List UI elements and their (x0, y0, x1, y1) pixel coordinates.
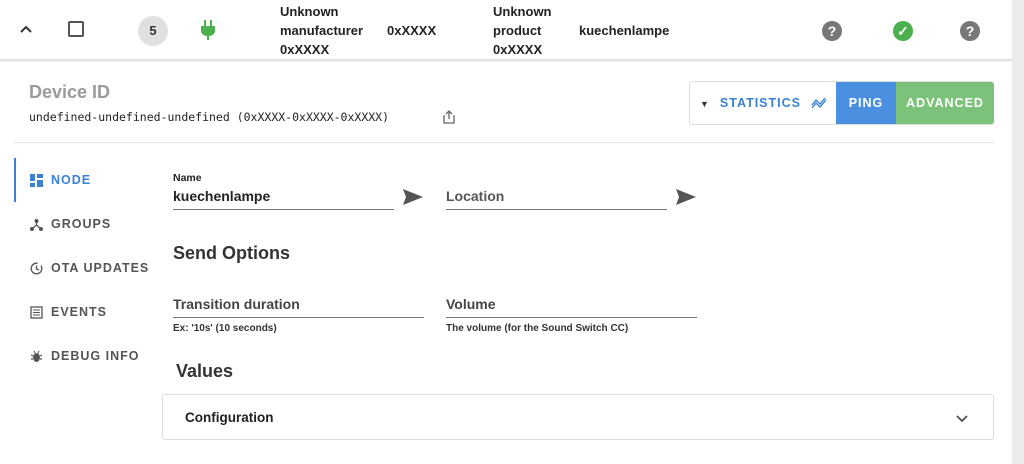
tab-ota-updates-label: OTA UPDATES (51, 261, 150, 275)
transition-duration-help: Ex: '10s' (10 seconds) (173, 323, 277, 334)
check-circle-icon: ✓ (893, 21, 913, 41)
product-line1: Unknown (493, 4, 552, 19)
product-cell: Unknown product 0xXXXX (493, 2, 552, 59)
help-circle-icon: ? (822, 21, 842, 41)
ping-button[interactable]: PING (836, 82, 896, 124)
send-icon[interactable] (402, 188, 424, 206)
manufacturer-line2: manufacturer (280, 23, 364, 38)
volume-input[interactable]: Volume (446, 296, 697, 318)
send-icon[interactable] (675, 188, 697, 206)
share-export-icon[interactable] (443, 110, 455, 124)
trending-icon (811, 96, 828, 109)
configuration-label: Configuration (185, 410, 274, 425)
node-row[interactable]: 5 Unknown manufacturer 0xXXXX 0xXXXX Unk… (0, 0, 1012, 60)
events-list-icon (30, 305, 43, 319)
tab-node[interactable]: NODE (14, 158, 164, 202)
tab-events[interactable]: EVENTS (14, 290, 164, 334)
tab-groups-label: GROUPS (51, 217, 112, 231)
tab-events-label: EVENTS (51, 305, 108, 319)
statistics-label: STATISTICS (719, 96, 801, 110)
statistics-button[interactable]: ▼ STATISTICS (700, 82, 828, 124)
node-name-cell: kuechenlampe (579, 23, 670, 38)
product-line2: product (493, 23, 542, 38)
divider (14, 142, 994, 143)
advanced-button[interactable]: ADVANCED (896, 82, 994, 124)
send-options-title: Send Options (173, 243, 290, 263)
tab-debug-info-label: DEBUG INFO (51, 349, 140, 363)
product-type-cell: 0xXXXX (387, 23, 437, 38)
location-field[interactable]: Location (446, 188, 667, 210)
tab-debug-info[interactable]: DEBUG INFO (14, 334, 164, 378)
groups-icon (30, 218, 43, 231)
device-id-title: Device ID (29, 82, 111, 102)
transition-duration-input[interactable]: Transition duration (173, 296, 424, 318)
dashboard-icon (30, 173, 43, 187)
bug-icon (30, 350, 43, 362)
volume-field[interactable]: Volume The volume (for the Sound Switch … (446, 296, 697, 334)
manufacturer-cell: Unknown manufacturer 0xXXXX (280, 2, 363, 59)
manufacturer-id: 0xXXXX (280, 42, 330, 57)
transition-duration-field[interactable]: Transition duration Ex: '10s' (10 second… (173, 296, 424, 334)
node-select-checkbox[interactable] (68, 21, 84, 37)
name-label: Name (173, 172, 202, 184)
name-field[interactable]: Name kuechenlampe (173, 172, 394, 210)
product-id: 0xXXXX (493, 42, 543, 57)
tab-node-label: NODE (51, 173, 92, 187)
configuration-accordion[interactable]: Configuration (162, 394, 994, 440)
device-id-value: undefined-undefined-undefined (0xXXXX-0x… (29, 110, 390, 124)
node-tabs-nav: NODE GROUPS OTA UPDATES EVENTS DEBUG INF… (14, 158, 164, 378)
tab-ota-updates[interactable]: OTA UPDATES (14, 246, 164, 290)
node-detail-panel: Device ID undefined-undefined-undefined … (0, 62, 1012, 464)
chevron-down-icon[interactable] (955, 411, 969, 425)
manufacturer-line1: Unknown (280, 4, 339, 19)
dropdown-caret-icon: ▼ (700, 99, 710, 109)
device-toolbar: ▼ STATISTICS PING ADVANCED (689, 81, 994, 125)
chevron-up-icon[interactable] (18, 21, 34, 37)
power-plug-icon (201, 20, 215, 40)
node-id-badge: 5 (138, 16, 168, 46)
location-input[interactable]: Location (446, 188, 667, 210)
name-input[interactable]: kuechenlampe (173, 188, 394, 210)
values-title: Values (176, 361, 234, 381)
volume-help: The volume (for the Sound Switch CC) (446, 323, 629, 334)
help-circle-icon: ? (960, 21, 980, 41)
tab-groups[interactable]: GROUPS (14, 202, 164, 246)
ota-update-icon (30, 262, 43, 274)
